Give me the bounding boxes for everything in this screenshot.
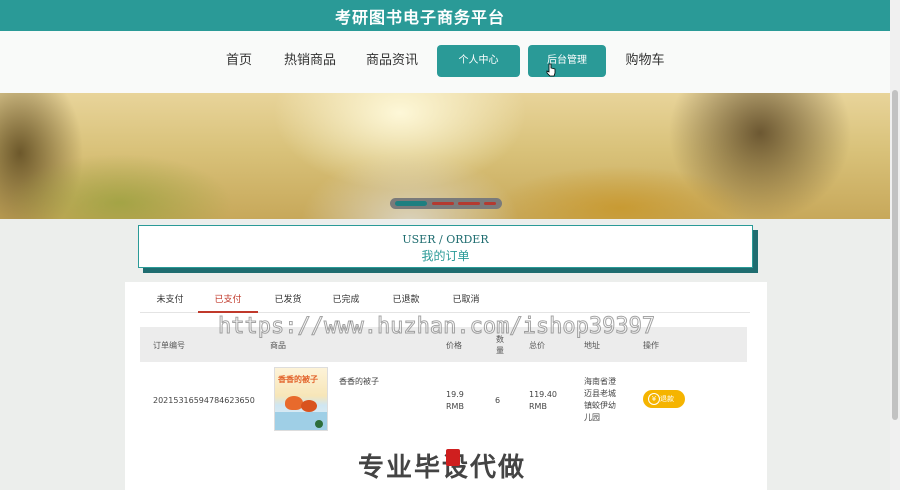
product-thumbnail[interactable]: 香香的被子: [274, 367, 328, 431]
watermark-url: https://www.huzhan.com/ishop39397: [217, 314, 656, 340]
nav-cart[interactable]: 购物车: [620, 45, 670, 77]
carousel-dot[interactable]: [432, 202, 454, 205]
watermark-stamp-icon: [446, 449, 460, 466]
tab-cancelled[interactable]: 已取消: [436, 291, 496, 313]
site-title: 考研图书电子商务平台: [334, 8, 505, 27]
th-qty-line2: 量: [496, 346, 504, 355]
tab-paid[interactable]: 已支付: [198, 291, 258, 313]
tab-shipped[interactable]: 已发货: [258, 291, 318, 313]
tab-completed[interactable]: 已完成: [316, 291, 376, 313]
nav-product-news[interactable]: 商品资讯: [362, 45, 422, 77]
tab-refunded[interactable]: 已退款: [376, 291, 436, 313]
th-price: 价格: [446, 341, 462, 350]
mouse-cursor-icon: [546, 63, 556, 77]
tab-unpaid[interactable]: 未支付: [140, 291, 200, 313]
scrollbar-thumb[interactable]: [892, 90, 898, 420]
order-number: 20215316594784623650: [153, 396, 255, 405]
carousel-dot-active[interactable]: [395, 201, 427, 206]
refund-icon: ¥: [648, 393, 660, 405]
price-value: 19.9: [446, 390, 464, 399]
th-action: 操作: [643, 341, 659, 350]
nav-admin[interactable]: 后台管理: [528, 45, 606, 77]
book-cover-fox: [285, 396, 303, 410]
order-status-tabs: 未支付 已支付 已发货 已完成 已退款 已取消: [140, 291, 750, 313]
nav-home[interactable]: 首页: [218, 45, 260, 77]
top-header-bar: 考研图书电子商务平台: [0, 0, 890, 31]
address-line: 儿园: [584, 413, 600, 422]
address-line: 海南省澄: [584, 377, 616, 386]
address-line: 镇蛟伊幼: [584, 401, 616, 410]
th-product: 商品: [270, 341, 286, 350]
book-cover-title: 香香的被子: [278, 375, 318, 384]
banner-road: [300, 153, 520, 219]
section-title-en: USER / ORDER: [402, 233, 489, 246]
th-total: 总价: [529, 341, 545, 350]
book-cover-badge: [315, 420, 323, 428]
section-title-cn: 我的订单: [421, 249, 470, 263]
carousel-dot[interactable]: [484, 202, 496, 205]
carousel-dot[interactable]: [458, 202, 480, 205]
total-value: 119.40: [529, 390, 557, 399]
nav-hot-products[interactable]: 热销商品: [280, 45, 340, 77]
nav-user-center[interactable]: 个人中心: [437, 45, 520, 77]
watermark-slogan-part-a: 专业毕: [358, 453, 443, 483]
price-unit: RMB: [446, 402, 464, 411]
th-address: 地址: [584, 341, 600, 350]
quantity: 6: [495, 396, 501, 405]
watermark-slogan: 专业毕设代做: [358, 447, 526, 484]
th-order-no: 订单编号: [153, 341, 185, 350]
main-nav: 首页 热销商品 商品资讯 个人中心 后台管理 购物车: [0, 31, 890, 93]
product-name[interactable]: 香香的被子: [339, 376, 379, 387]
address-line: 迈县老城: [584, 389, 616, 398]
book-cover-fox: [301, 400, 317, 412]
section-title-card: USER / ORDER 我的订单: [138, 225, 753, 268]
total-unit: RMB: [529, 402, 547, 411]
